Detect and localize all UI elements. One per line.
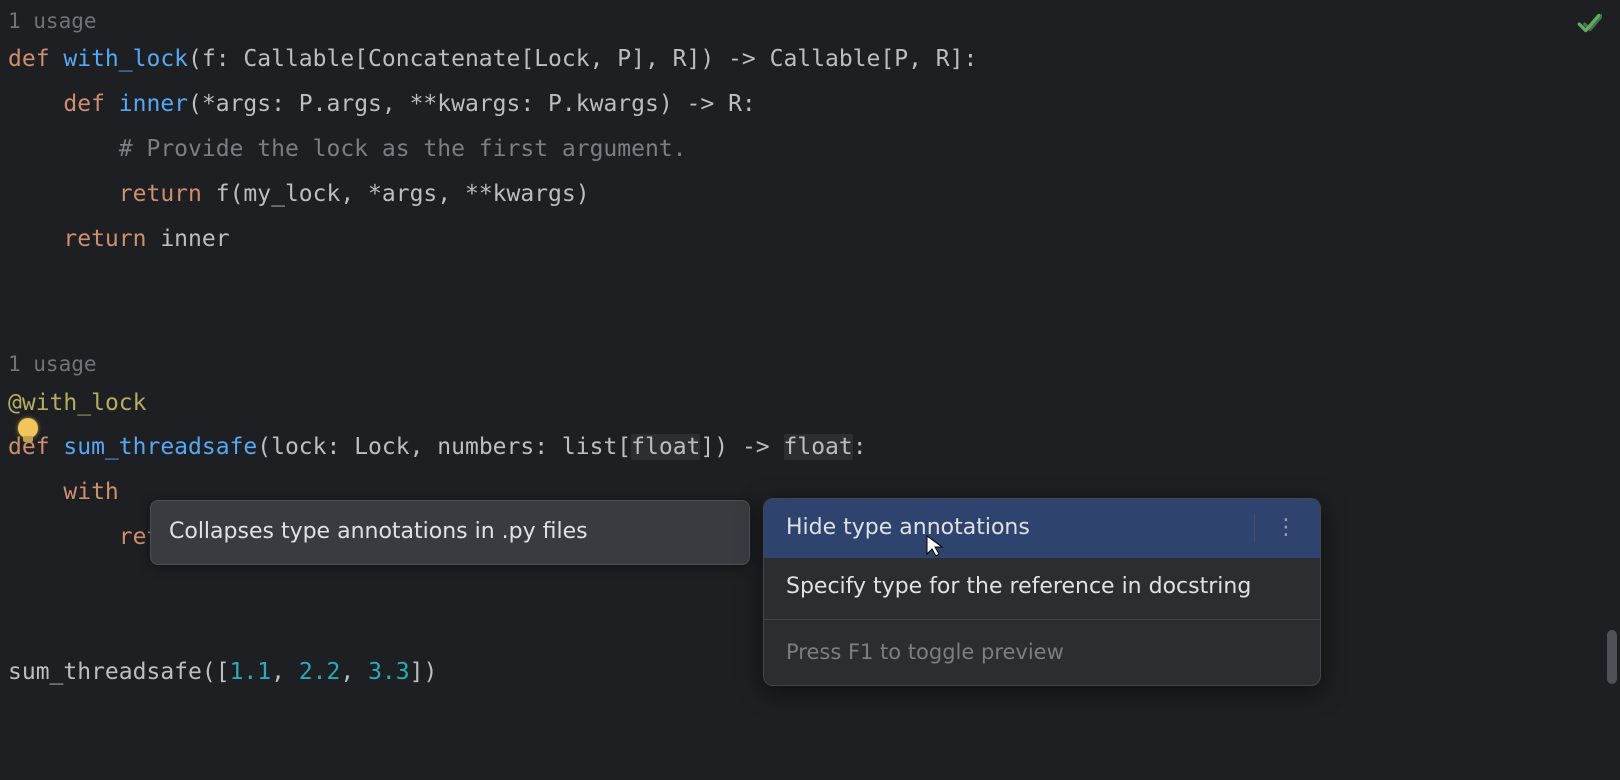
indent xyxy=(8,181,119,207)
keyword-def: def xyxy=(63,91,118,117)
usage-hint[interactable]: 1 usage xyxy=(8,8,1612,35)
number-literal: 2.2 xyxy=(299,659,341,685)
more-options-icon[interactable]: ⋮ xyxy=(1254,514,1298,542)
function-name: with_lock xyxy=(63,46,188,72)
code-text: (lock: Lock, numbers: xyxy=(257,434,562,460)
code-line[interactable]: def inner(*args: P.args, **kwargs: P.kwa… xyxy=(8,82,1612,127)
code-line[interactable]: @with_lock xyxy=(8,381,1612,426)
intention-bulb-icon[interactable] xyxy=(18,418,38,438)
code-line[interactable]: def sum_threadsafe(lock: Lock, numbers: … xyxy=(8,425,1612,470)
comma: , xyxy=(340,659,368,685)
code-text: f(my_lock, *args, **kwargs) xyxy=(216,181,590,207)
code-text: ]) -> xyxy=(700,434,783,460)
popup-item-label: Specify type for the reference in docstr… xyxy=(786,566,1251,609)
keyword-def: def xyxy=(8,434,63,460)
bracket: [ xyxy=(617,434,631,460)
intention-popup: Hide type annotations ⋮ Specify type for… xyxy=(763,498,1321,686)
keyword-return: return xyxy=(63,226,160,252)
code-text: sum_threadsafe([ xyxy=(8,659,230,685)
colon: : xyxy=(853,434,867,460)
code-text: ]) xyxy=(410,659,438,685)
code-line[interactable]: # Provide the lock as the first argument… xyxy=(8,127,1612,172)
code-line[interactable]: def with_lock(f: Callable[Concatenate[Lo… xyxy=(8,37,1612,82)
code-line[interactable]: return f(my_lock, *args, **kwargs) xyxy=(8,172,1612,217)
code-line[interactable]: return inner xyxy=(8,217,1612,262)
separator xyxy=(764,619,1320,620)
code-text: (f: Callable[Concatenate[Lock, P], R]) -… xyxy=(188,46,977,72)
function-name: sum_threadsafe xyxy=(63,434,257,460)
indent xyxy=(8,524,119,550)
popup-item-label: Hide type annotations xyxy=(786,507,1030,550)
popup-item-hide-annotations[interactable]: Hide type annotations ⋮ xyxy=(764,499,1320,558)
blank-line xyxy=(8,306,1612,351)
indent xyxy=(8,479,63,505)
type-float: float xyxy=(631,434,700,460)
type-list: list xyxy=(562,434,617,460)
comment: # Provide the lock as the first argument… xyxy=(119,136,687,162)
blank-line xyxy=(8,262,1612,307)
function-name: inner xyxy=(119,91,188,117)
usage-hint[interactable]: 1 usage xyxy=(8,351,1612,378)
code-text: inner xyxy=(160,226,229,252)
popup-item-specify-type[interactable]: Specify type for the reference in docstr… xyxy=(764,558,1320,617)
number-literal: 3.3 xyxy=(368,659,410,685)
scrollbar-thumb[interactable] xyxy=(1607,630,1617,684)
keyword-return: return xyxy=(119,181,216,207)
comma: , xyxy=(271,659,299,685)
inspection-ok-icon[interactable] xyxy=(1576,10,1602,36)
tooltip: Collapses type annotations in .py files xyxy=(150,500,750,565)
keyword-def: def xyxy=(8,46,63,72)
indent xyxy=(8,136,119,162)
keyword-with: with xyxy=(63,479,132,505)
popup-footer-hint: Press F1 to toggle preview xyxy=(764,622,1320,685)
indent xyxy=(8,91,63,117)
decorator-at: @ xyxy=(8,390,22,416)
code-text: (*args: P.args, **kwargs: P.kwargs) -> R… xyxy=(188,91,756,117)
type-float: float xyxy=(784,434,853,460)
decorator-name: with_lock xyxy=(22,390,147,416)
indent xyxy=(8,226,63,252)
number-literal: 1.1 xyxy=(230,659,272,685)
